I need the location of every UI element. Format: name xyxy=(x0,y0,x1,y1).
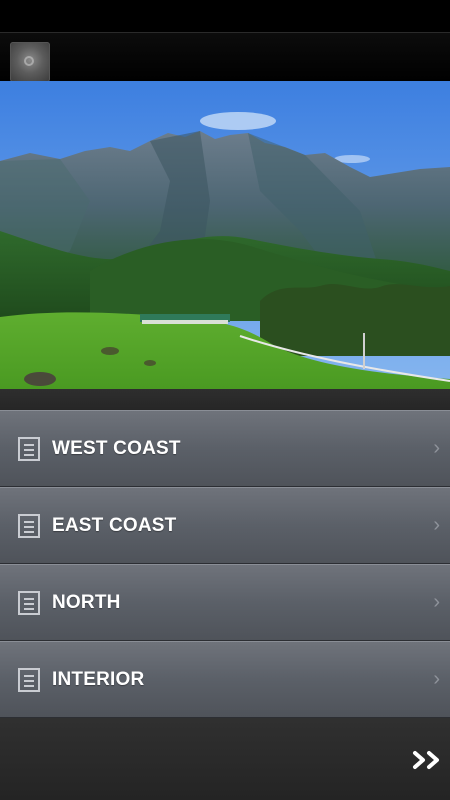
document-icon xyxy=(18,668,40,692)
hero-image xyxy=(0,81,450,389)
chevron-right-icon: › xyxy=(433,591,440,613)
region-menu: WEST COAST › EAST COAST › NORTH › INTERI… xyxy=(0,410,450,718)
mountain-landscape-illustration xyxy=(0,81,450,389)
chevron-right-icon: › xyxy=(433,437,440,459)
menu-item-north[interactable]: NORTH › xyxy=(0,564,450,641)
document-icon xyxy=(18,591,40,615)
chevron-right-icon: › xyxy=(433,514,440,536)
menu-item-label: INTERIOR xyxy=(52,669,145,690)
menu-item-label: EAST COAST xyxy=(52,515,177,536)
menu-item-label: WEST COAST xyxy=(52,438,181,459)
next-page-button[interactable] xyxy=(390,720,450,800)
menu-area: WEST COAST › EAST COAST › NORTH › INTERI… xyxy=(0,389,450,800)
status-bar xyxy=(0,0,450,32)
double-chevron-right-icon xyxy=(413,751,439,769)
chevron-right-icon: › xyxy=(433,668,440,690)
menu-item-interior[interactable]: INTERIOR › xyxy=(0,641,450,718)
menu-item-east-coast[interactable]: EAST COAST › xyxy=(0,487,450,564)
menu-item-label: NORTH xyxy=(52,592,121,613)
top-bar xyxy=(0,32,450,82)
document-icon xyxy=(18,514,40,538)
app-screen: WEST COAST › EAST COAST › NORTH › INTERI… xyxy=(0,0,450,800)
document-icon xyxy=(18,437,40,461)
app-logo-icon[interactable] xyxy=(10,42,50,82)
menu-item-west-coast[interactable]: WEST COAST › xyxy=(0,410,450,487)
